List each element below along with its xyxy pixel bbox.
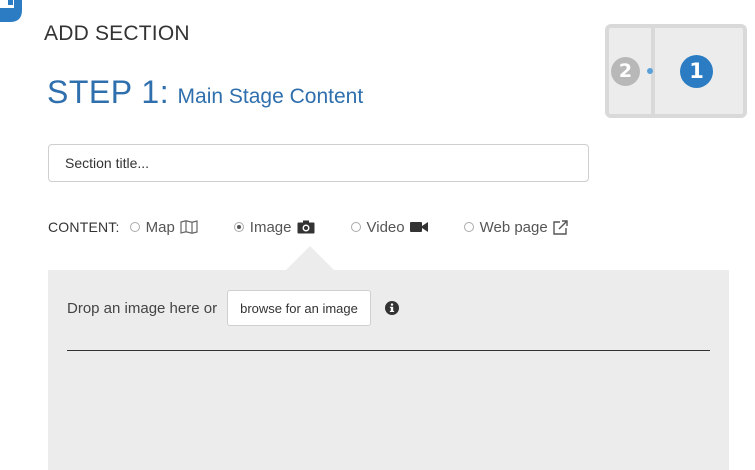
image-radio[interactable] (233, 222, 244, 232)
panel-pointer (286, 246, 334, 270)
step-number: STEP 1: (47, 74, 170, 110)
layout-preview[interactable]: 2 1 (605, 24, 747, 118)
drop-zone-divider (67, 350, 710, 351)
map-icon (180, 220, 198, 234)
panel-indicator-dot (647, 68, 653, 74)
web-page-radio[interactable] (463, 222, 474, 232)
video-radio[interactable] (350, 222, 361, 232)
info-icon[interactable] (384, 301, 399, 315)
step-subtitle: Main Stage Content (177, 85, 364, 108)
main-stage-badge[interactable]: 1 (680, 55, 713, 88)
drop-row: Drop an image here or browse for an imag… (67, 290, 399, 326)
section-title-input[interactable] (48, 144, 589, 182)
image-drop-zone[interactable]: Drop an image here or browse for an imag… (48, 270, 729, 470)
browse-image-button[interactable]: browse for an image (227, 290, 371, 326)
map-radio[interactable] (129, 222, 140, 232)
step-title: STEP 1: Main Stage Content (47, 74, 363, 111)
secondary-panel-badge[interactable]: 2 (611, 57, 640, 86)
content-option-map[interactable]: Map (129, 218, 198, 236)
content-type-selector: CONTENT: Map Image Video Web page (48, 216, 568, 238)
image-option-label: Image (249, 218, 292, 236)
map-option-label: Map (145, 218, 175, 236)
add-section-page: ADD SECTION STEP 1: Main Stage Content 2… (0, 0, 755, 470)
web-page-option-label: Web page (479, 218, 548, 236)
corner-decoration-icon (0, 0, 22, 22)
video-camera-icon (409, 221, 428, 233)
video-option-label: Video (366, 218, 405, 236)
camera-icon (297, 220, 315, 234)
page-heading: ADD SECTION (44, 22, 190, 45)
drop-instructions: Drop an image here or (67, 299, 218, 317)
content-option-image[interactable]: Image (233, 218, 315, 236)
content-option-web-page[interactable]: Web page (463, 218, 568, 236)
content-label: CONTENT: (48, 219, 120, 235)
external-link-icon (553, 219, 568, 235)
content-option-video[interactable]: Video (350, 218, 428, 236)
